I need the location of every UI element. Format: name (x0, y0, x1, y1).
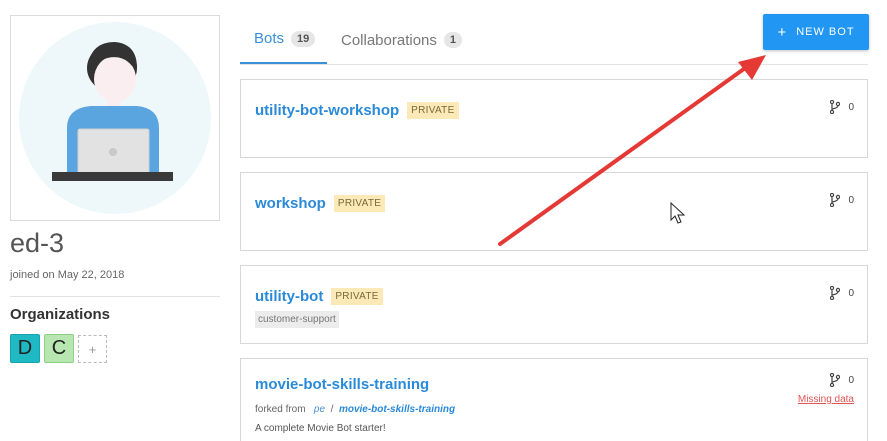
fork-icon (830, 193, 841, 207)
bot-tag[interactable]: customer-support (255, 311, 339, 328)
organization-badge-c[interactable]: C (44, 334, 74, 363)
forked-from-user-link[interactable]: pe (314, 404, 325, 415)
bot-card: workshop PRIVATE 0 (240, 172, 868, 251)
username: ed-3 (10, 228, 65, 258)
plus-icon: + (777, 23, 788, 41)
add-organization-button[interactable]: + (78, 335, 107, 363)
private-badge: PRIVATE (407, 102, 459, 119)
fork-count-value: 0 (848, 374, 854, 386)
fork-count-value: 0 (848, 101, 854, 113)
forked-from-separator: / (330, 404, 334, 415)
tab-count-badge: 1 (443, 32, 463, 48)
organizations-list: D C + (10, 334, 107, 363)
new-bot-label: NEW BOT (796, 26, 855, 38)
bot-description: A complete Movie Bot starter! (255, 423, 386, 434)
organization-badge-d[interactable]: D (10, 334, 40, 363)
bot-card: utility-bot PRIVATE customer-support 0 (240, 265, 868, 344)
missing-data-link[interactable]: Missing data (798, 394, 854, 405)
bot-name-link[interactable]: workshop (255, 195, 326, 212)
tabs-divider (240, 64, 868, 65)
divider (10, 296, 220, 297)
fork-count-value: 0 (848, 194, 854, 206)
bot-name-link[interactable]: movie-bot-skills-training (255, 376, 429, 393)
forked-from-prefix: forked from (255, 404, 306, 415)
tab-collaborations[interactable]: Collaborations 1 (340, 15, 463, 65)
tab-bots[interactable]: Bots 19 (240, 15, 327, 65)
fork-icon (830, 286, 841, 300)
fork-icon (830, 373, 841, 387)
avatar (10, 15, 220, 221)
fork-icon (830, 100, 841, 114)
bot-name-link[interactable]: utility-bot-workshop (255, 102, 399, 119)
private-badge: PRIVATE (331, 288, 383, 305)
fork-count: 0 (830, 193, 854, 207)
fork-count: 0 (830, 373, 854, 387)
organizations-heading: Organizations (10, 306, 111, 323)
forked-from-bot-link[interactable]: movie-bot-skills-training (339, 404, 455, 415)
joined-date: joined on May 22, 2018 (10, 269, 125, 281)
fork-count: 0 (830, 286, 854, 300)
tab-label: Bots (254, 30, 285, 47)
bot-card: movie-bot-skills-training forked from pe… (240, 358, 868, 441)
new-bot-button[interactable]: + NEW BOT (763, 14, 869, 50)
bot-name-link[interactable]: utility-bot (255, 288, 323, 305)
forked-from-line: forked from pe / movie-bot-skills-traini… (255, 404, 455, 415)
tab-label: Collaborations (341, 31, 437, 49)
bot-card: utility-bot-workshop PRIVATE 0 (240, 79, 868, 158)
tab-count-badge: 19 (291, 30, 316, 47)
fork-count-value: 0 (848, 287, 854, 299)
fork-count: 0 (830, 100, 854, 114)
private-badge: PRIVATE (333, 195, 386, 212)
